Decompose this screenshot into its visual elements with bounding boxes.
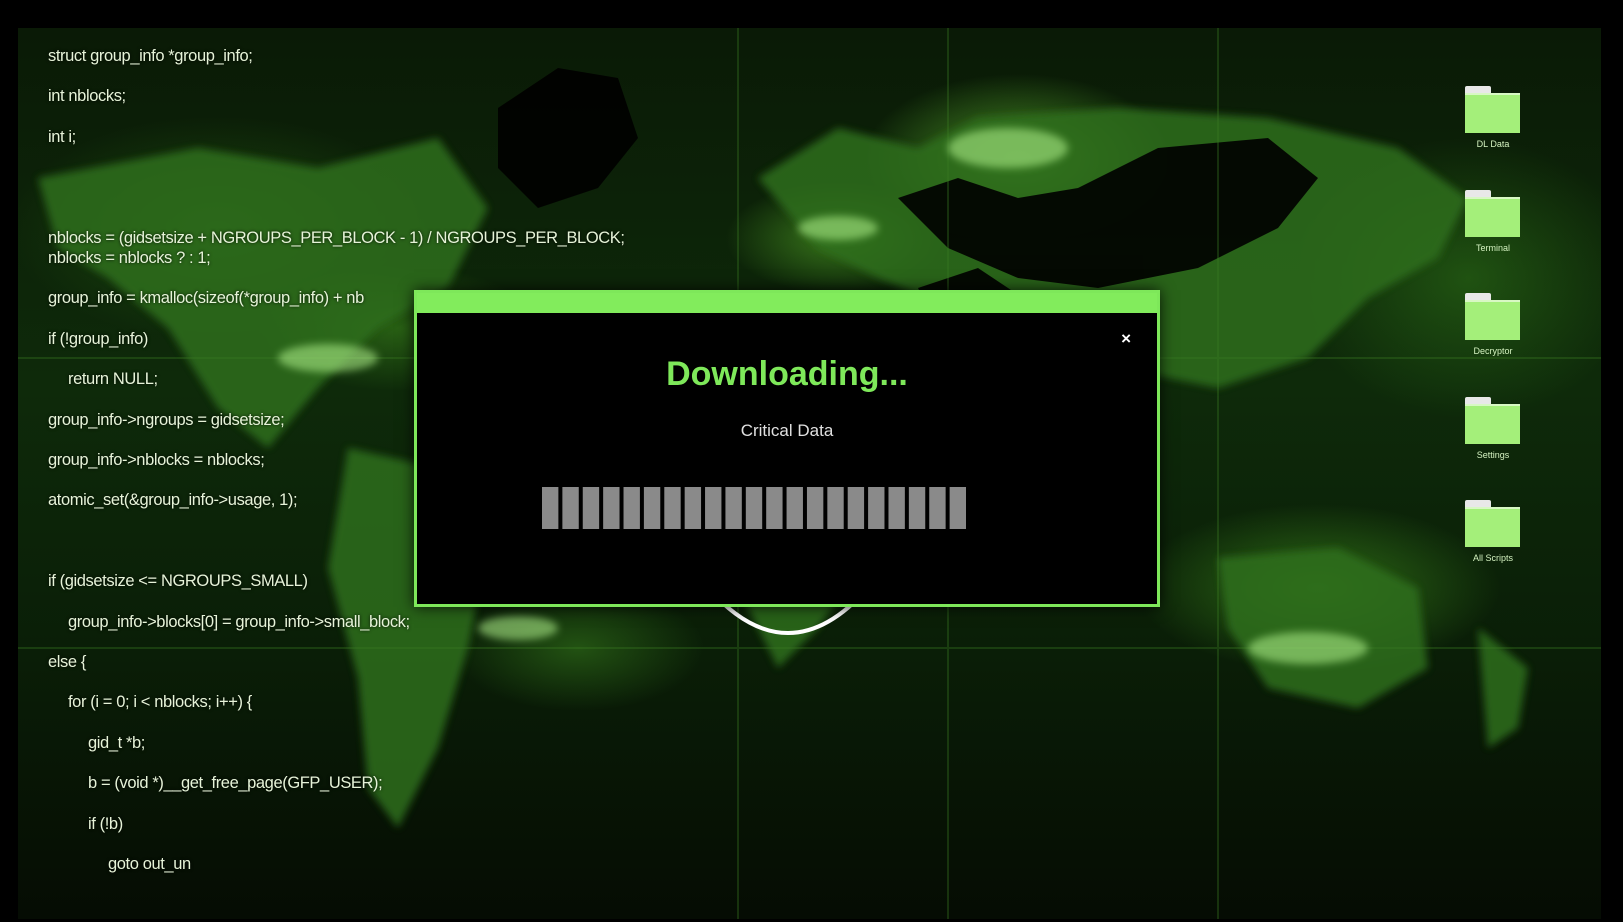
code-line: group_info->blocks[0] = group_info->smal… — [68, 612, 410, 631]
progress-segment — [643, 487, 661, 529]
close-button[interactable]: × — [1121, 329, 1131, 349]
desktop-icon-all-scripts[interactable]: All Scripts — [1448, 497, 1538, 593]
desktop-icon-label: Terminal — [1475, 242, 1510, 253]
progress-segment — [929, 487, 946, 529]
dialog-title: Downloading... — [666, 355, 908, 393]
code-line: if (!b) — [88, 814, 123, 833]
dialog-titlebar[interactable] — [417, 293, 1157, 313]
progress-segment — [766, 487, 783, 529]
progress-segment — [664, 487, 681, 529]
code-line: group_info->nblocks = nblocks; — [48, 451, 265, 469]
code-line: int nblocks; — [48, 87, 126, 106]
desktop-screen: struct group_info *group_info;int nblock… — [18, 28, 1601, 919]
code-line: atomic_set(&group_info->usage, 1); — [48, 491, 298, 510]
progress-segment — [908, 487, 926, 529]
desktop-icon-dl-data[interactable]: DL Data — [1448, 83, 1538, 179]
desktop-icon-label: Settings — [1476, 449, 1510, 460]
desktop-icon-decryptor[interactable]: Decryptor — [1448, 290, 1538, 386]
code-line: for (i = 0; i < nblocks; i++) { — [68, 693, 252, 712]
desktop-icon-label: DL Data — [1476, 139, 1510, 149]
desktop-icon-terminal[interactable]: Terminal — [1448, 187, 1538, 283]
progress-segment — [847, 487, 865, 529]
progress-segment — [786, 487, 803, 529]
folder-icon — [1465, 189, 1520, 237]
progress-bar — [542, 487, 966, 529]
progress-segment — [725, 487, 742, 529]
desktop-icon-label: All Scripts — [1472, 553, 1513, 563]
progress-segment — [562, 487, 579, 529]
progress-segment — [868, 487, 885, 529]
folder-icon — [1465, 293, 1520, 340]
code-line: nblocks = (gidsetsize + NGROUPS_PER_BLOC… — [48, 228, 625, 247]
code-line: if (!group_info) — [48, 329, 148, 348]
progress-segment — [603, 487, 620, 529]
code-line: return NULL; — [68, 370, 158, 389]
folder-icon — [1465, 396, 1520, 444]
desktop-icon-settings[interactable]: Settings — [1448, 394, 1538, 490]
code-line: if (gidsetsize <= NGROUPS_SMALL) — [48, 572, 308, 591]
progress-segment — [806, 487, 824, 529]
progress-segment — [745, 487, 763, 529]
folder-icon — [1465, 500, 1520, 547]
download-dialog: × Downloading... Critical Data — [414, 290, 1160, 607]
code-line: else { — [48, 653, 86, 671]
progress-segment — [827, 487, 844, 529]
code-line: struct group_info *group_info; — [48, 47, 253, 65]
progress-segment — [542, 487, 559, 529]
progress-segment — [949, 487, 966, 529]
progress-segment — [705, 487, 722, 529]
folder-icon — [1465, 86, 1520, 133]
code-line: nblocks = nblocks ? : 1; — [48, 249, 211, 267]
code-line: gid_t *b; — [88, 733, 145, 752]
code-line: group_info->ngroups = gidsetsize; — [48, 410, 285, 429]
dialog-subtitle: Critical Data — [740, 421, 834, 440]
progress-segment — [888, 487, 905, 529]
desktop-icon-label: Decryptor — [1473, 346, 1513, 356]
progress-segment — [623, 487, 640, 529]
code-line: group_info = kmalloc(sizeof(*group_info)… — [48, 289, 364, 308]
code-line: int i; — [48, 127, 76, 146]
code-line: b = (void *)__get_free_page(GFP_USER); — [88, 774, 383, 793]
code-line: goto out_un — [108, 855, 191, 873]
progress-segment — [684, 487, 702, 529]
progress-segment — [582, 487, 600, 529]
